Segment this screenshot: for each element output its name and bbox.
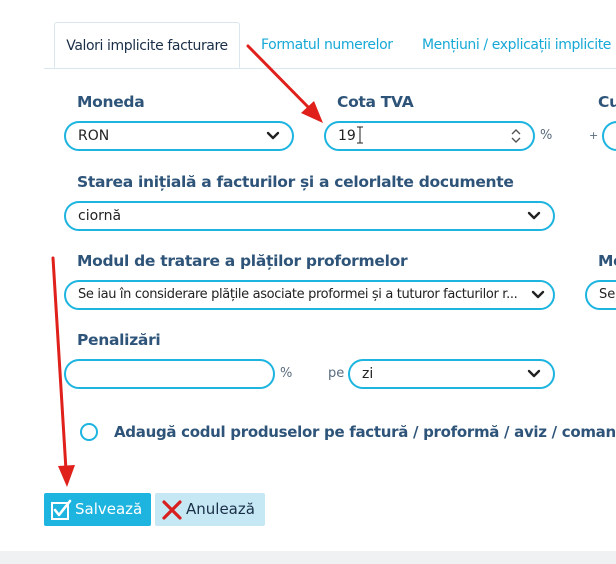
cu-input[interactable] — [602, 121, 616, 151]
cancel-button[interactable]: Anulează — [155, 493, 265, 526]
modul-value: Se iau în considerare plățile asociate p… — [78, 287, 518, 302]
tab-mentiuni[interactable]: Mențiuni / explicații implicite — [422, 22, 611, 68]
pe-select[interactable]: zi — [348, 359, 555, 389]
mo-select[interactable]: Se — [585, 280, 616, 310]
page-footer-band — [0, 551, 616, 564]
cu-label: Cu — [598, 93, 616, 111]
tab-valori-implicite[interactable]: Valori implicite facturare — [54, 22, 240, 68]
moneda-value: RON — [78, 128, 110, 144]
cota-tva-value: 19 — [338, 128, 356, 144]
stare-label: Starea inițială a facturilor și a celorl… — [77, 173, 514, 191]
add-product-code-label: Adaugă codul produselor pe factură / pro… — [114, 423, 616, 441]
chevron-down-icon — [527, 203, 541, 229]
moneda-label: Moneda — [77, 93, 145, 111]
cota-tva-label: Cota TVA — [337, 93, 414, 111]
checkbox-check-icon — [50, 499, 72, 521]
chevron-down-icon — [266, 123, 280, 149]
cota-tva-suffix: % — [540, 128, 553, 143]
mo-label: Mo — [598, 252, 616, 270]
save-button[interactable]: Salvează — [44, 493, 151, 526]
chevron-down-icon — [525, 282, 547, 308]
cancel-button-label: Anulează — [186, 500, 255, 518]
mo-value: Se — [599, 287, 616, 302]
cu-prefix: + — [589, 129, 599, 142]
moneda-select[interactable]: RON — [64, 121, 294, 151]
pe-value: zi — [362, 366, 374, 382]
number-spinner-icon[interactable] — [511, 127, 521, 145]
stare-select[interactable]: ciornă — [64, 201, 555, 231]
pe-label: pe — [328, 366, 345, 381]
stare-value: ciornă — [78, 208, 122, 224]
penalizari-suffix: % — [280, 366, 293, 381]
chevron-down-icon — [527, 361, 541, 387]
text-cursor-icon — [357, 126, 363, 144]
modul-label: Modul de tratare a plăților proformelor — [77, 252, 408, 270]
tab-formatul-numerelor[interactable]: Formatul numerelor — [261, 22, 393, 68]
penalizari-label: Penalizări — [77, 331, 161, 349]
penalizari-input[interactable] — [64, 359, 275, 389]
modul-select[interactable]: Se iau în considerare plățile asociate p… — [64, 280, 555, 310]
close-icon — [161, 499, 183, 521]
save-button-label: Salvează — [75, 500, 143, 518]
cota-tva-input[interactable]: 19 — [324, 121, 535, 151]
add-product-code-toggle[interactable] — [80, 423, 98, 441]
